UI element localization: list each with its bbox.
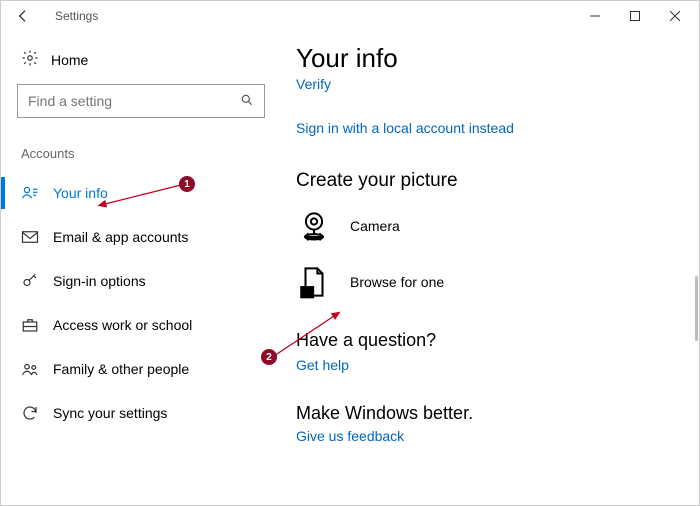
create-picture-heading: Create your picture <box>296 170 675 192</box>
sidebar-item-email-accounts[interactable]: Email & app accounts <box>1 215 265 259</box>
get-help-link[interactable]: Get help <box>296 357 349 373</box>
browse-file-icon <box>296 264 332 300</box>
sidebar-item-label: Email & app accounts <box>53 229 188 245</box>
person-card-icon <box>21 184 39 202</box>
settings-window: Settings Home Accounts <box>0 0 700 506</box>
back-button[interactable] <box>9 2 37 30</box>
feedback-link[interactable]: Give us feedback <box>296 428 404 444</box>
camera-icon <box>296 208 332 244</box>
sidebar-item-label: Sign-in options <box>53 273 146 289</box>
sidebar-item-family-people[interactable]: Family & other people <box>1 347 265 391</box>
sidebar-item-access-work-school[interactable]: Access work or school <box>1 303 265 347</box>
window-controls <box>575 2 695 30</box>
people-icon <box>21 360 39 378</box>
question-heading: Have a question? <box>296 330 675 351</box>
sidebar-nav: Your info Email & app accounts Sign-in o… <box>1 171 265 435</box>
sidebar-item-your-info[interactable]: Your info <box>1 171 265 215</box>
content-pane: Your info Verify Sign in with a local ac… <box>281 31 699 505</box>
search-icon <box>240 93 254 110</box>
maximize-button[interactable] <box>615 2 655 30</box>
key-icon <box>21 272 39 290</box>
home-button[interactable]: Home <box>17 49 265 70</box>
close-button[interactable] <box>655 2 695 30</box>
sidebar-item-sync-settings[interactable]: Sync your settings <box>1 391 265 435</box>
search-input[interactable] <box>17 84 265 118</box>
camera-option[interactable]: Camera <box>296 208 675 244</box>
sync-icon <box>21 404 39 422</box>
briefcase-icon <box>21 316 39 334</box>
home-label: Home <box>51 52 88 68</box>
verify-link[interactable]: Verify <box>296 76 675 92</box>
browse-option[interactable]: Browse for one <box>296 264 675 300</box>
sidebar-item-label: Sync your settings <box>53 405 167 421</box>
mail-icon <box>21 228 39 246</box>
sidebar-item-label: Family & other people <box>53 361 189 377</box>
search-field[interactable] <box>28 93 240 109</box>
local-account-link[interactable]: Sign in with a local account instead <box>296 120 675 136</box>
make-better-heading: Make Windows better. <box>296 403 675 424</box>
sidebar-item-label: Your info <box>53 185 108 201</box>
gear-icon <box>21 49 39 70</box>
camera-label: Camera <box>350 218 400 234</box>
scrollbar-thumb[interactable] <box>695 276 698 341</box>
sidebar-section-label: Accounts <box>17 146 265 161</box>
minimize-button[interactable] <box>575 2 615 30</box>
sidebar-item-label: Access work or school <box>53 317 192 333</box>
page-title: Your info <box>296 43 675 74</box>
titlebar: Settings <box>1 1 699 31</box>
sidebar-item-sign-in-options[interactable]: Sign-in options <box>1 259 265 303</box>
sidebar: Home Accounts Your info Email & app acco… <box>1 31 281 505</box>
window-title: Settings <box>55 9 575 23</box>
browse-label: Browse for one <box>350 274 444 290</box>
